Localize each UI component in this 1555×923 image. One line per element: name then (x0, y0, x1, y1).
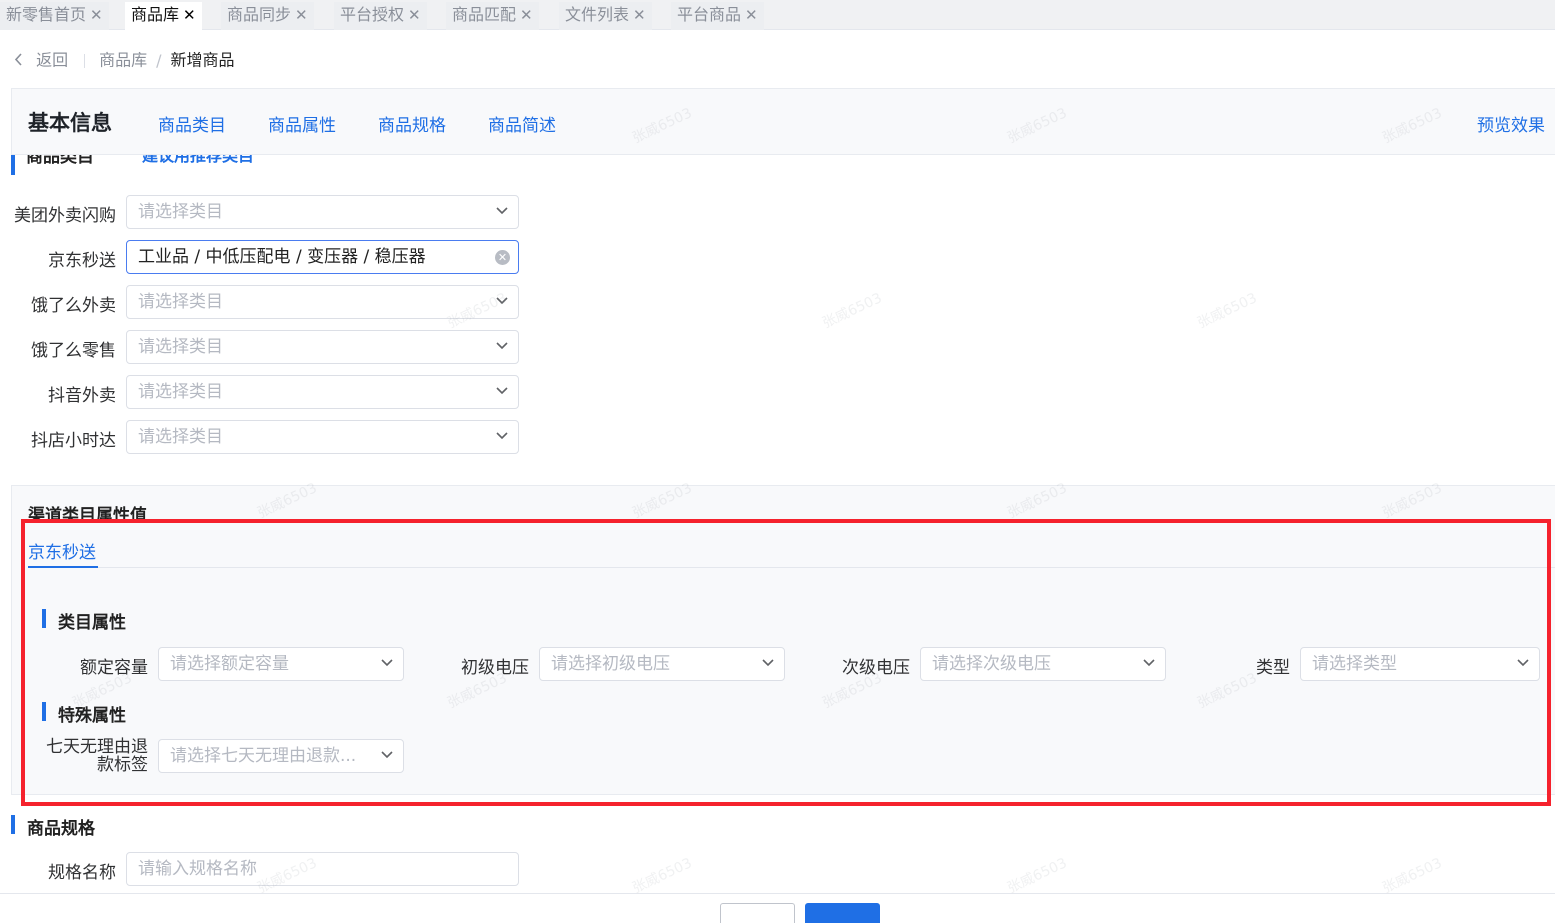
section-title: 商品类目 (26, 155, 94, 167)
tab-product-sync[interactable]: 商品同步 ✕ (221, 2, 314, 30)
anchor-title: 基本信息 (28, 111, 112, 135)
breadcrumb: 返回 商品库 / 新增商品 (14, 48, 235, 72)
chevron-down-icon (496, 432, 508, 440)
anchor-nav: 基本信息 商品类目 商品属性 商品规格 商品简述 预览效果 (11, 88, 1555, 155)
clear-icon[interactable]: ✕ (495, 250, 510, 265)
back-link[interactable]: 返回 (36, 51, 68, 70)
cancel-button[interactable] (720, 903, 795, 923)
chevron-down-icon (496, 297, 508, 305)
tabs-bar: 新零售首页 ✕ 商品库 ✕ 商品同步 ✕ 平台授权 ✕ 商品匹配 ✕ 文件列表 ✕ 平台商品… (0, 0, 1555, 30)
field-label: 饿了么零售 (31, 341, 116, 361)
watermark: 张威6503 (1380, 855, 1445, 897)
close-icon[interactable]: ✕ (633, 6, 646, 24)
field-label: 京东秒送 (48, 251, 116, 271)
field-label: 饿了么外卖 (31, 296, 116, 316)
spec-name-input[interactable]: 请输入规格名称 (126, 852, 519, 886)
close-icon[interactable]: ✕ (408, 6, 421, 24)
footer-bar (0, 893, 1555, 923)
field-label: 抖音外卖 (48, 386, 116, 406)
tab-platform-auth[interactable]: 平台授权 ✕ (334, 2, 427, 30)
submit-button[interactable] (805, 903, 880, 923)
chevron-down-icon (496, 207, 508, 215)
watermark: 张威6503 (820, 290, 885, 332)
section-accent-bar (11, 155, 15, 175)
watermark: 张威6503 (1195, 290, 1260, 332)
category-select-meituan[interactable]: 请选择类目 (126, 195, 519, 229)
tab-file-list[interactable]: 文件列表 ✕ (559, 2, 652, 30)
category-select-jd[interactable]: 工业品 / 中低压配电 / 变压器 / 稳压器 ✕ (126, 240, 519, 274)
preview-link[interactable]: 预览效果 (1477, 111, 1545, 136)
field-label: 抖店小时达 (31, 431, 116, 451)
tab-new-retail-home[interactable]: 新零售首页 ✕ (0, 2, 109, 30)
category-select-douyin-takeout[interactable]: 请选择类目 (126, 375, 519, 409)
recommend-category-link[interactable]: 建议用推荐类目 (142, 155, 254, 166)
breadcrumb-separator: / (156, 50, 162, 70)
anchor-specs[interactable]: 商品规格 (378, 111, 446, 136)
category-section-header: 商品类目 建议用推荐类目 (0, 155, 600, 177)
divider (84, 53, 86, 68)
field-label: 规格名称 (48, 863, 116, 883)
close-icon[interactable]: ✕ (90, 6, 103, 24)
breadcrumb-current: 新增商品 (170, 50, 235, 70)
tab-product-match[interactable]: 商品匹配 ✕ (446, 2, 539, 30)
close-icon[interactable]: ✕ (745, 6, 758, 24)
tab-product-library[interactable]: 商品库 ✕ (125, 2, 202, 30)
field-label: 美团外卖闪购 (14, 206, 116, 226)
chevron-down-icon (496, 342, 508, 350)
close-icon[interactable]: ✕ (520, 6, 533, 24)
close-icon[interactable]: ✕ (295, 6, 308, 24)
watermark: 张威6503 (1005, 855, 1070, 897)
anchor-description[interactable]: 商品简述 (488, 111, 556, 136)
highlight-box (21, 519, 1551, 806)
category-select-eleme-retail[interactable]: 请选择类目 (126, 330, 519, 364)
breadcrumb-parent[interactable]: 商品库 (99, 51, 147, 70)
tab-platform-products[interactable]: 平台商品 ✕ (671, 2, 764, 30)
anchor-category[interactable]: 商品类目 (158, 111, 226, 136)
chevron-left-icon[interactable] (14, 51, 28, 70)
close-icon[interactable]: ✕ (183, 6, 196, 24)
section-accent-bar (11, 815, 15, 834)
anchor-attributes[interactable]: 商品属性 (268, 111, 336, 136)
chevron-down-icon (496, 387, 508, 395)
watermark: 张威6503 (630, 855, 695, 897)
category-select-eleme-takeout[interactable]: 请选择类目 (126, 285, 519, 319)
category-select-doudian-hourly[interactable]: 请选择类目 (126, 420, 519, 454)
